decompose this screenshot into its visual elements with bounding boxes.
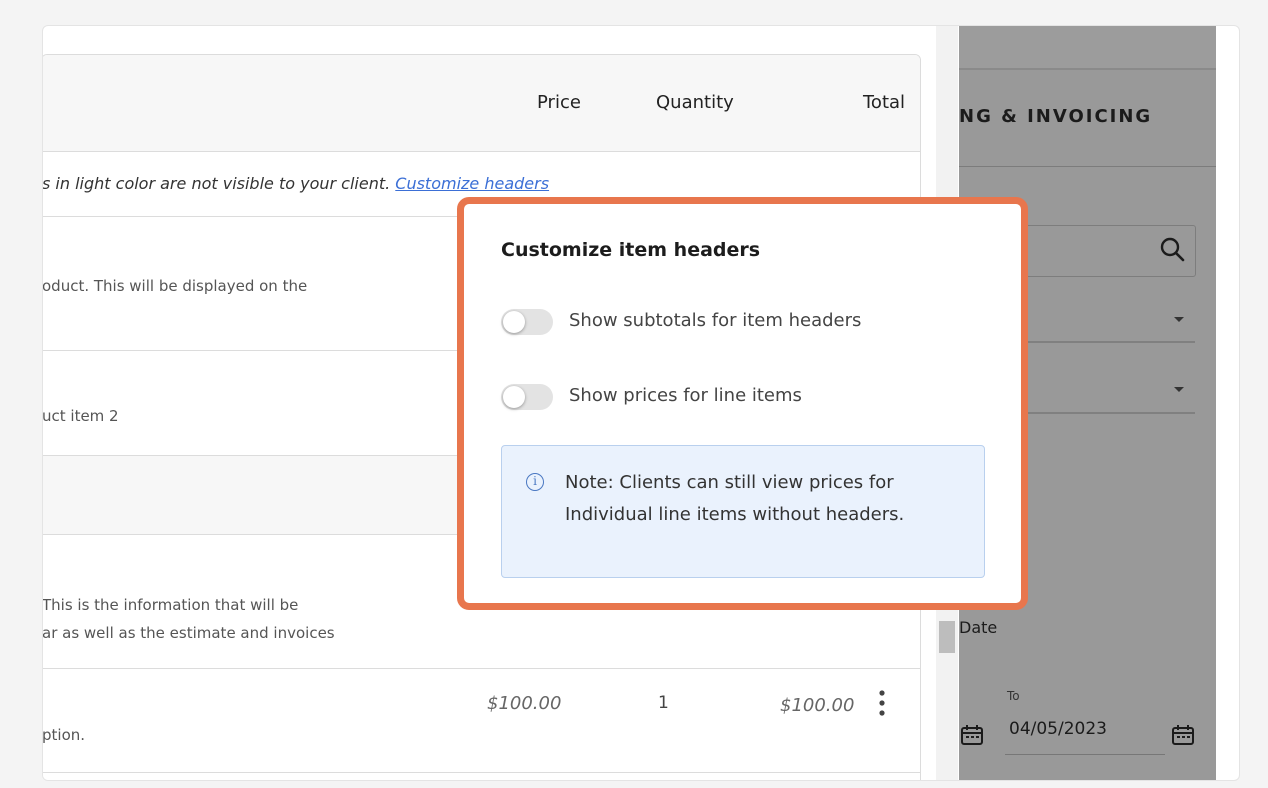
header-price: Price: [537, 92, 581, 113]
info-icon: i: [526, 473, 544, 491]
subtotals-toggle-label: Show subtotals for item headers: [569, 310, 862, 331]
item-description: uct item 2: [42, 407, 119, 425]
item-description: ption.: [42, 726, 86, 744]
customize-item-headers-popup: Customize item headers Show subtotals fo…: [457, 197, 1028, 610]
kebab-menu-icon[interactable]: [878, 689, 886, 723]
to-date-underline: [1005, 754, 1165, 755]
item-description-line2: ar as well as the estimate and invoices: [42, 624, 335, 642]
note-text: Note: Clients can still view prices for …: [565, 472, 905, 525]
prices-toggle-label: Show prices for line items: [569, 385, 802, 406]
toggle-knob: [503, 311, 525, 333]
divider: [959, 166, 1216, 167]
header-quantity: Quantity: [656, 92, 734, 113]
prices-toggle[interactable]: [501, 384, 553, 410]
note-box: i Note: Clients can still view prices fo…: [501, 445, 985, 578]
table-header: Price Quantity Total: [43, 55, 920, 152]
calendar-icon[interactable]: [1172, 725, 1194, 745]
caret-down-icon: [1174, 387, 1184, 392]
popup-title: Customize item headers: [501, 239, 761, 261]
header-total: Total: [863, 92, 906, 113]
calendar-icon[interactable]: [961, 725, 983, 745]
item-price: $100.00: [487, 693, 562, 714]
item-total: $100.00: [780, 695, 855, 716]
visibility-hint: s in light color are not visible to your…: [42, 174, 550, 193]
panel-title: NG & INVOICING: [959, 106, 1153, 127]
item-description: oduct. This will be displayed on the: [42, 277, 308, 295]
to-date-input[interactable]: 04/05/2023: [1009, 719, 1107, 739]
customize-headers-link[interactable]: Customize headers: [395, 174, 549, 193]
scrollbar-thumb[interactable]: [939, 621, 955, 653]
item-description-line1: This is the information that will be: [42, 596, 299, 614]
date-label: Date: [959, 618, 998, 637]
caret-down-icon: [1174, 317, 1184, 322]
search-icon[interactable]: [1159, 236, 1185, 266]
subtotals-toggle[interactable]: [501, 309, 553, 335]
item-quantity: 1: [658, 693, 669, 713]
toggle-knob: [503, 386, 525, 408]
to-label: To: [1007, 689, 1020, 703]
table-row[interactable]: ption. $100.00 1 $100.00: [42, 669, 920, 773]
panel-top-bar: [959, 26, 1216, 70]
